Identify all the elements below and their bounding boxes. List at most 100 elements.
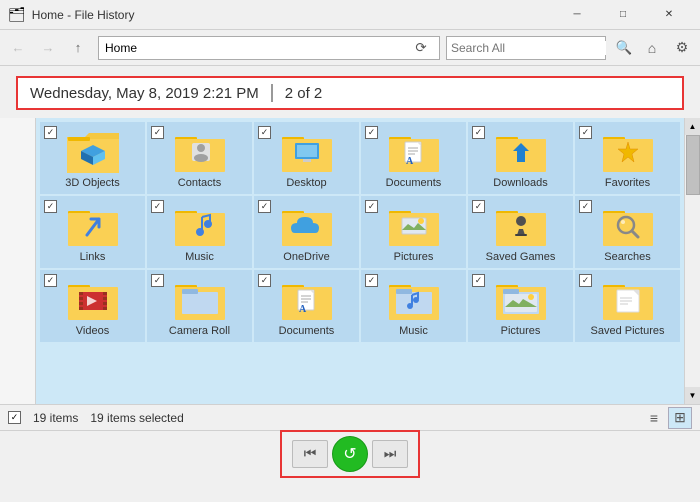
- folder-icon-searches: [602, 203, 654, 247]
- folder-item-links[interactable]: ✓ Links: [40, 196, 145, 268]
- settings-button[interactable]: ⚙: [668, 34, 696, 62]
- grid-view-button[interactable]: ⊞: [668, 407, 692, 429]
- status-checkbox[interactable]: ✓: [8, 411, 21, 424]
- address-input[interactable]: [105, 41, 409, 55]
- folder-checkbox[interactable]: ✓: [258, 200, 271, 213]
- folder-checkbox[interactable]: ✓: [365, 126, 378, 139]
- selected-count: 19 items selected: [90, 411, 183, 425]
- refresh-icon: ⟳: [415, 40, 426, 56]
- files-panel[interactable]: ✓ 3D Objects ✓: [36, 118, 684, 404]
- folder-icon-3d-objects: [67, 129, 119, 173]
- grid-view-icon: ⊞: [674, 409, 686, 426]
- folder-checkbox[interactable]: ✓: [44, 274, 57, 287]
- folder-label: Documents: [386, 177, 442, 189]
- home-icon: ⌂: [648, 40, 656, 56]
- folder-item-pictures[interactable]: ✓ Pictures: [361, 196, 466, 268]
- folder-checkbox[interactable]: ✓: [472, 126, 485, 139]
- folder-checkbox[interactable]: ✓: [151, 200, 164, 213]
- folder-icon-videos: [67, 277, 119, 321]
- list-view-button[interactable]: ≡: [642, 407, 666, 429]
- settings-icon: ⚙: [676, 39, 689, 56]
- folder-item-videos[interactable]: ✓ Videos: [40, 270, 145, 342]
- folder-icon-downloads: [495, 129, 547, 173]
- forward-button[interactable]: →: [34, 34, 62, 62]
- folder-label: Downloads: [493, 177, 547, 189]
- restore-icon: ↺: [343, 444, 356, 464]
- folder-icon-onedrive: [281, 203, 333, 247]
- folder-checkbox[interactable]: ✓: [151, 126, 164, 139]
- folder-item-searches[interactable]: ✓ Searches: [575, 196, 680, 268]
- folder-item-saved-games[interactable]: ✓ Saved Games: [468, 196, 573, 268]
- folder-item-music[interactable]: ✓ Music: [147, 196, 252, 268]
- last-icon: ⏭: [384, 445, 397, 462]
- folder-item-downloads[interactable]: ✓ Downloads: [468, 122, 573, 194]
- search-icon: 🔍: [616, 40, 633, 56]
- folder-item-desktop[interactable]: ✓ Desktop: [254, 122, 359, 194]
- folder-label: Desktop: [286, 177, 326, 189]
- maximize-button[interactable]: □: [600, 0, 646, 30]
- folder-label: Links: [80, 251, 106, 263]
- folder-label: Contacts: [178, 177, 221, 189]
- item-count: 19 items: [33, 411, 78, 425]
- last-button[interactable]: ⏭: [372, 440, 408, 468]
- forward-icon: →: [42, 40, 55, 55]
- folder-item-pictures2[interactable]: ✓ Pictures: [468, 270, 573, 342]
- folder-checkbox[interactable]: ✓: [579, 274, 592, 287]
- folder-item-camera-roll[interactable]: ✓ Camera Roll: [147, 270, 252, 342]
- title-bar: 🗂 Home - File History ─ □ ✕: [0, 0, 700, 30]
- folder-item-favorites[interactable]: ✓ Favorites: [575, 122, 680, 194]
- up-button[interactable]: ↑: [64, 34, 92, 62]
- folder-icon-pictures: [388, 203, 440, 247]
- first-button[interactable]: ⏮: [292, 440, 328, 468]
- folder-label: Documents: [279, 325, 335, 337]
- folder-checkbox[interactable]: ✓: [579, 126, 592, 139]
- address-refresh-button[interactable]: ⟳: [409, 36, 433, 60]
- folder-checkbox[interactable]: ✓: [365, 274, 378, 287]
- date-divider: [271, 84, 273, 102]
- folder-item-3d-objects[interactable]: ✓ 3D Objects: [40, 122, 145, 194]
- folder-icon-pictures2: [495, 277, 547, 321]
- folder-item-onedrive[interactable]: ✓ OneDrive: [254, 196, 359, 268]
- address-bar[interactable]: ⟳: [98, 36, 440, 60]
- search-input[interactable]: [451, 41, 606, 55]
- folder-item-documents2[interactable]: ✓ A Documents: [254, 270, 359, 342]
- folder-checkbox[interactable]: ✓: [365, 200, 378, 213]
- restore-button[interactable]: ↺: [332, 436, 368, 472]
- nav-bar: ← → ↑ ⟳ 🔍 ⌂ ⚙: [0, 30, 700, 66]
- folder-icon-documents2: A: [281, 277, 333, 321]
- folder-icon-music: [174, 203, 226, 247]
- folder-checkbox[interactable]: ✓: [472, 274, 485, 287]
- folder-icon-contacts: [174, 129, 226, 173]
- app-icon: 🗂: [8, 6, 26, 23]
- back-icon: ←: [12, 40, 25, 55]
- folder-checkbox[interactable]: ✓: [258, 126, 271, 139]
- scroll-down-button[interactable]: ▼: [685, 387, 700, 404]
- folder-item-documents[interactable]: ✓ A Documents: [361, 122, 466, 194]
- folder-label: Pictures: [501, 325, 541, 337]
- scroll-thumb[interactable]: [686, 135, 700, 195]
- folder-checkbox[interactable]: ✓: [579, 200, 592, 213]
- folder-checkbox[interactable]: ✓: [151, 274, 164, 287]
- search-button[interactable]: 🔍: [612, 36, 636, 60]
- home-button[interactable]: ⌂: [638, 34, 666, 62]
- close-button[interactable]: ✕: [646, 0, 692, 30]
- folder-checkbox[interactable]: ✓: [472, 200, 485, 213]
- folder-item-music2[interactable]: ✓ Music: [361, 270, 466, 342]
- folder-label: Favorites: [605, 177, 650, 189]
- scroll-track[interactable]: [685, 135, 700, 387]
- folder-checkbox[interactable]: ✓: [44, 200, 57, 213]
- date-bar-wrapper: Wednesday, May 8, 2019 2:21 PM 2 of 2: [0, 66, 700, 118]
- minimize-button[interactable]: ─: [554, 0, 600, 30]
- folder-item-contacts[interactable]: ✓ Contacts: [147, 122, 252, 194]
- folder-label: OneDrive: [283, 251, 329, 263]
- search-bar[interactable]: [446, 36, 606, 60]
- scroll-up-button[interactable]: ▲: [685, 118, 700, 135]
- back-button[interactable]: ←: [4, 34, 32, 62]
- folder-item-saved-pictures[interactable]: ✓ Saved Pictures: [575, 270, 680, 342]
- scrollbar[interactable]: ▲ ▼: [684, 118, 700, 404]
- folder-icon-desktop: [281, 129, 333, 173]
- folder-checkbox[interactable]: ✓: [258, 274, 271, 287]
- folder-label: Saved Games: [486, 251, 556, 263]
- folder-checkbox[interactable]: ✓: [44, 126, 57, 139]
- svg-text:A: A: [406, 156, 414, 167]
